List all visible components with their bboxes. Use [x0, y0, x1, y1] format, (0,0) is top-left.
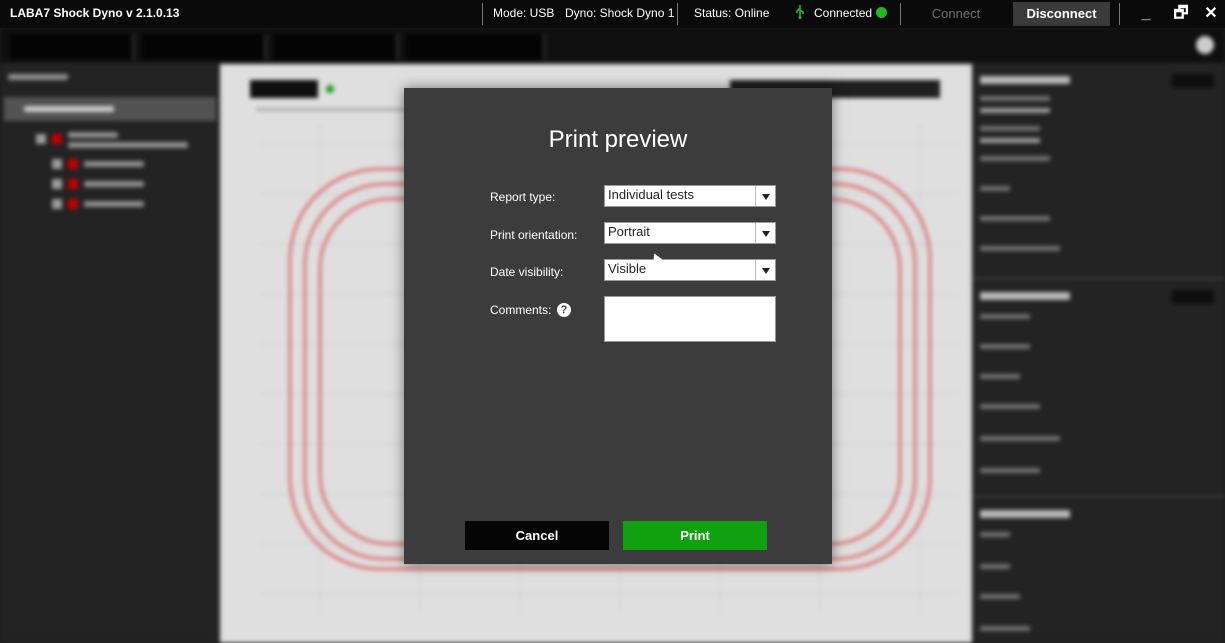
restore-icon[interactable]: 🗗: [1170, 4, 1192, 24]
dialog-title: Print preview: [548, 126, 688, 153]
close-icon[interactable]: ✕: [1200, 4, 1222, 24]
cancel-button[interactable]: Cancel: [465, 521, 609, 550]
divider: [900, 3, 901, 25]
date-visibility-label: Date visibility:: [490, 265, 564, 279]
chevron-down-icon[interactable]: [755, 186, 775, 206]
comments-field[interactable]: [604, 296, 776, 342]
minimize-icon[interactable]: _: [1135, 4, 1157, 24]
app-title: LABA7 Shock Dyno v 2.1.0.13: [10, 6, 180, 20]
date-visibility-select[interactable]: Visible: [604, 259, 776, 281]
print-orientation-select[interactable]: Portrait: [604, 222, 776, 244]
connected-label: Connected: [814, 6, 873, 20]
chevron-down-icon[interactable]: [755, 260, 775, 280]
divider: [1119, 3, 1120, 25]
report-type-value: Individual tests: [608, 187, 694, 202]
divider: [677, 3, 678, 25]
app-window: LABA7 Shock Dyno v 2.1.0.13 Mode: USB Dy…: [0, 0, 1225, 643]
mode-status: Mode: USB: [493, 6, 555, 20]
help-icon[interactable]: ?: [557, 303, 571, 317]
dyno-status: Dyno: Shock Dyno 1: [565, 6, 675, 20]
comments-label: Comments:: [490, 303, 552, 317]
title-bar: LABA7 Shock Dyno v 2.1.0.13 Mode: USB Dy…: [0, 0, 1225, 28]
report-type-label: Report type:: [490, 190, 556, 204]
report-type-select[interactable]: Individual tests: [604, 185, 776, 207]
usb-icon: [796, 5, 804, 19]
chevron-down-icon[interactable]: [755, 223, 775, 243]
online-status: Status: Online: [694, 6, 770, 20]
print-orientation-value: Portrait: [608, 224, 650, 239]
print-preview-dialog: Print preview Report type: Individual te…: [404, 88, 832, 564]
status-dot-icon: [876, 7, 888, 18]
print-orientation-label: Print orientation:: [490, 228, 578, 242]
print-button[interactable]: Print: [623, 521, 767, 550]
connect-button[interactable]: Connect: [906, 3, 1006, 25]
disconnect-button[interactable]: Disconnect: [1013, 2, 1110, 26]
connection-status: Connected: [814, 6, 888, 20]
date-visibility-value: Visible: [608, 261, 647, 276]
divider: [482, 3, 483, 25]
